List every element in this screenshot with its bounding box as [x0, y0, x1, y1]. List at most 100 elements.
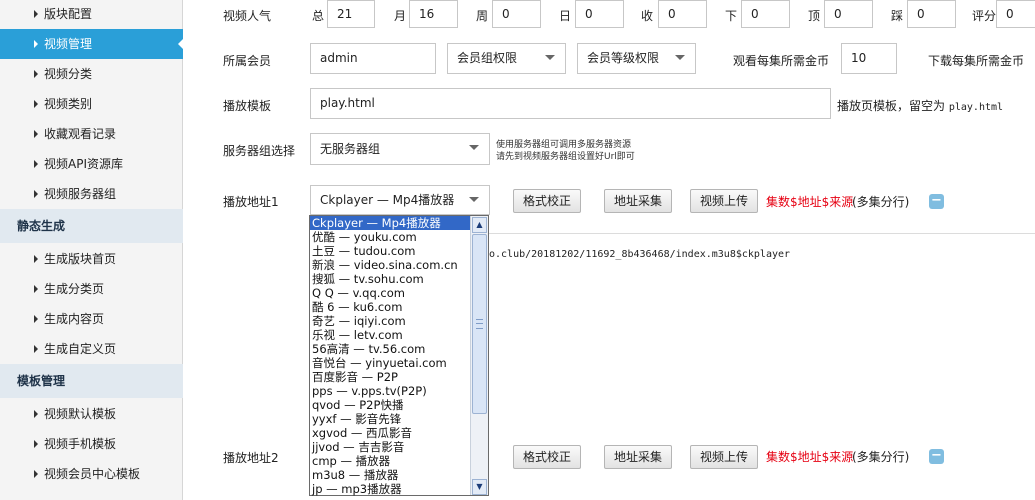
sidebar: 版块配置 视频管理 视频分类 视频类别 收藏观看记录 视频API资源库 视频服务…	[0, 0, 184, 500]
scroll-down-icon[interactable]: ▼	[472, 479, 487, 495]
sidebar-item-video-management[interactable]: 视频管理	[0, 29, 184, 59]
sidebar-item-video-type[interactable]: 视频类别	[0, 89, 183, 119]
dropdown-option[interactable]: qvod — P2P快播	[310, 398, 471, 412]
popularity-down-input[interactable]: 0	[741, 0, 790, 28]
member-group-select-value: 会员组权限	[457, 51, 518, 65]
template-hint: 播放页模板，留空为 play.html	[837, 97, 1003, 114]
sidebar-item-label: 生成自定义页	[44, 342, 117, 356]
template-hint-code: play.html	[948, 102, 1004, 113]
popularity-score-label: 评分	[972, 9, 997, 23]
dropdown-option[interactable]: jp — mp3播放器	[310, 482, 471, 496]
popularity-fav-label: 收	[641, 9, 654, 23]
sidebar-item-default-template[interactable]: 视频默认模板	[0, 399, 183, 429]
sidebar-item-label: 生成版块首页	[44, 252, 117, 266]
sidebar-item-board-config[interactable]: 版块配置	[0, 0, 183, 29]
popularity-week-input[interactable]: 0	[492, 0, 541, 28]
dropdown-option[interactable]: jjvod — 吉吉影音	[310, 440, 471, 454]
sidebar-item-video-server-group[interactable]: 视频服务器组	[0, 179, 183, 209]
member-input[interactable]: admin	[310, 43, 436, 74]
dropdown-option[interactable]: Q Q — v.qq.com	[310, 286, 471, 300]
popularity-dislike-input[interactable]: 0	[907, 0, 956, 28]
sidebar-item-watch-history[interactable]: 收藏观看记录	[0, 119, 183, 149]
popularity-label: 视频人气	[223, 9, 272, 23]
dropdown-option[interactable]: 乐视 — letv.com	[310, 328, 471, 342]
sidebar-item-label: 视频分类	[44, 67, 93, 81]
sidebar-item-label: 视频手机模板	[44, 437, 117, 451]
play2-collect-button[interactable]: 地址采集	[604, 445, 672, 469]
sidebar-item-gen-custom[interactable]: 生成自定义页	[0, 334, 183, 364]
popularity-up-input[interactable]: 0	[824, 0, 873, 28]
dropdown-option[interactable]: 优酷 — youku.com	[310, 230, 471, 244]
dropdown-options: Ckplayer — Mp4播放器 优酷 — youku.com 土豆 — tudo…	[310, 216, 471, 496]
sidebar-item-gen-category[interactable]: 生成分类页	[0, 274, 183, 304]
popularity-score-input[interactable]: 0	[996, 0, 1035, 28]
sidebar-item-video-category[interactable]: 视频分类	[0, 59, 183, 89]
dropdown-option[interactable]: 新浪 — video.sina.com.cn	[310, 258, 471, 272]
sidebar-item-mobile-template[interactable]: 视频手机模板	[0, 429, 183, 459]
sidebar-item-gen-board-home[interactable]: 生成版块首页	[0, 244, 183, 274]
scroll-up-icon[interactable]: ▲	[472, 217, 487, 233]
remove-row-icon[interactable]: −	[929, 449, 944, 464]
server-select-value: 无服务器组	[320, 142, 381, 156]
template-label: 播放模板	[223, 99, 272, 113]
dropdown-option[interactable]: xgvod — 西瓜影音	[310, 426, 471, 440]
scrollbar-thumb[interactable]	[472, 234, 487, 414]
popularity-down-label: 下	[725, 9, 738, 23]
member-group-select[interactable]: 会员组权限	[447, 43, 566, 74]
dropdown-option[interactable]: m3u8 — 播放器	[310, 468, 471, 482]
play1-collect-button[interactable]: 地址采集	[604, 189, 672, 213]
popularity-up-label: 顶	[808, 9, 821, 23]
sidebar-section-template[interactable]: 模板管理	[0, 364, 183, 398]
caret-right-icon	[34, 345, 38, 353]
popularity-fav-input[interactable]: 0	[658, 0, 707, 28]
play1-player-select-value: Ckplayer — Mp4播放器	[320, 193, 455, 207]
play2-format-red: 集数$地址$来源	[766, 450, 854, 464]
dropdown-option[interactable]: 奇艺 — iqiyi.com	[310, 314, 471, 328]
play1-player-select[interactable]: Ckplayer — Mp4播放器	[310, 185, 490, 215]
dropdown-option[interactable]: 搜狐 — tv.sohu.com	[310, 272, 471, 286]
coin-input[interactable]: 10	[841, 43, 897, 74]
grip-icon	[476, 319, 483, 329]
sidebar-item-label: 视频API资源库	[44, 157, 123, 171]
download-coin-label: 下载每集所需金币	[928, 54, 1025, 68]
popularity-day-label: 日	[559, 9, 572, 23]
template-input[interactable]: play.html	[310, 88, 831, 119]
play2-format-button[interactable]: 格式校正	[513, 445, 581, 469]
template-hint-text: 播放页模板，留空为	[837, 99, 946, 113]
chevron-down-icon	[469, 197, 479, 202]
caret-right-icon	[34, 160, 38, 168]
play1-upload-button[interactable]: 视频上传	[690, 189, 758, 213]
chevron-down-icon	[469, 145, 479, 150]
dropdown-option[interactable]: pps — v.pps.tv(P2P)	[310, 384, 471, 398]
sidebar-item-video-api[interactable]: 视频API资源库	[0, 149, 183, 179]
caret-right-icon	[34, 410, 38, 418]
dropdown-option[interactable]: 土豆 — tudou.com	[310, 244, 471, 258]
popularity-week-label: 周	[476, 9, 489, 23]
member-level-select[interactable]: 会员等级权限	[577, 43, 696, 74]
caret-right-icon	[34, 440, 38, 448]
dropdown-option[interactable]: 56高清 — tv.56.com	[310, 342, 471, 356]
popularity-total-label: 总	[312, 9, 325, 23]
popularity-month-input[interactable]: 16	[409, 0, 458, 28]
sidebar-item-gen-content[interactable]: 生成内容页	[0, 304, 183, 334]
server-select[interactable]: 无服务器组	[310, 133, 490, 165]
dropdown-option[interactable]: 酷 6 — ku6.com	[310, 300, 471, 314]
sidebar-section-static[interactable]: 静态生成	[0, 209, 183, 243]
chevron-down-icon	[545, 55, 555, 60]
remove-row-icon[interactable]: −	[929, 194, 944, 209]
popularity-total-input[interactable]: 21	[327, 0, 375, 28]
popularity-day-input[interactable]: 0	[575, 0, 624, 28]
dropdown-option[interactable]: Ckplayer — Mp4播放器	[310, 216, 471, 230]
sidebar-item-label: 生成分类页	[44, 282, 105, 296]
sidebar-item-label: 生成内容页	[44, 312, 105, 326]
dropdown-scrollbar[interactable]: ▲ ▼	[470, 216, 488, 495]
dropdown-option[interactable]: yyxf — 影音先锋	[310, 412, 471, 426]
sidebar-item-member-center-template[interactable]: 视频会员中心模板	[0, 459, 183, 489]
play2-upload-button[interactable]: 视频上传	[690, 445, 758, 469]
player-dropdown-list[interactable]: Ckplayer — Mp4播放器 优酷 — youku.com 土豆 — tudo…	[309, 215, 489, 496]
play1-format-button[interactable]: 格式校正	[513, 189, 581, 213]
dropdown-option[interactable]: 音悦台 — yinyuetai.com	[310, 356, 471, 370]
caret-right-icon	[34, 130, 38, 138]
dropdown-option[interactable]: 百度影音 — P2P	[310, 370, 471, 384]
dropdown-option[interactable]: cmp — 播放器	[310, 454, 471, 468]
